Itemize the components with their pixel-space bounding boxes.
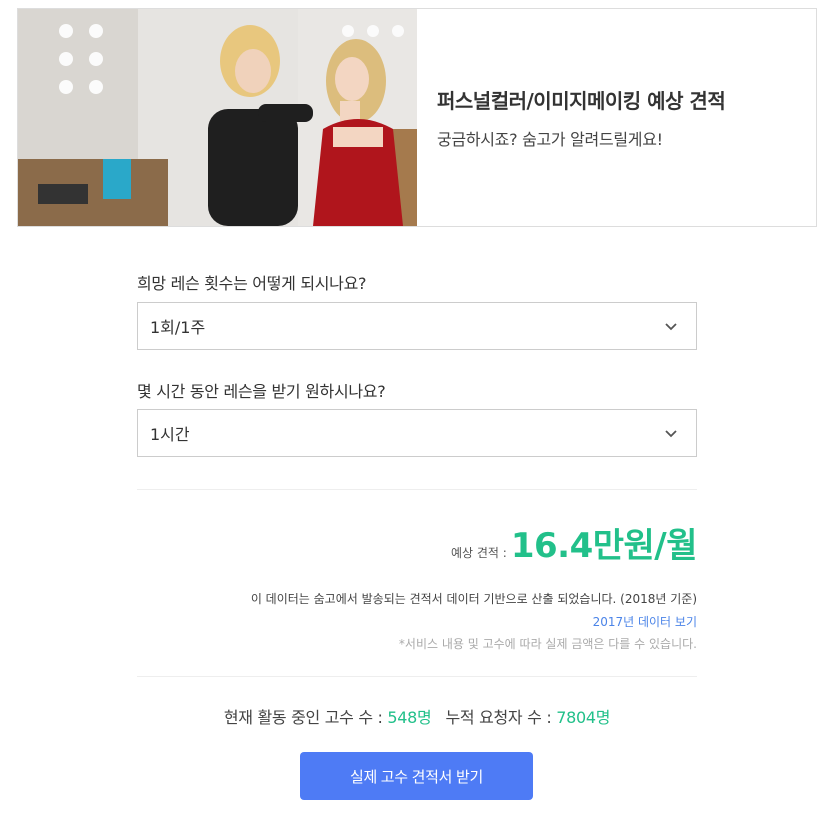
- chevron-down-icon: [665, 323, 677, 331]
- hero-banner: 퍼스널컬러/이미지메이킹 예상 견적 궁금하시죠? 숨고가 알려드릴게요!: [17, 8, 817, 227]
- estimate-label: 예상 견적 :: [451, 546, 507, 560]
- hero-photo-illustration: [18, 9, 417, 226]
- total-requests-label: 누적 요청자 수 :: [445, 708, 557, 727]
- total-requests-count: 7804명: [556, 708, 611, 727]
- data-source-note: 이 데이터는 숨고에서 발송되는 견적서 데이터 기반으로 산출 되었습니다. …: [250, 592, 697, 606]
- question-lesson-duration-label: 몇 시간 동안 레슨을 받기 원하시나요?: [137, 382, 386, 401]
- active-pros-label: 현재 활동 중인 고수 수 :: [223, 708, 388, 727]
- hero-photo-makeup-artist: [18, 9, 417, 226]
- lesson-duration-value: 1시간: [150, 425, 190, 444]
- price-disclaimer: *서비스 내용 및 고수에 따라 실제 금액은 다를 수 있습니다.: [398, 637, 697, 651]
- page-subtitle: 궁금하시죠? 숨고가 알려드릴게요!: [437, 130, 663, 149]
- question-lesson-frequency-label: 희망 레슨 횟수는 어떻게 되시나요?: [137, 274, 367, 293]
- hero-text: 퍼스널컬러/이미지메이킹 예상 견적 궁금하시죠? 숨고가 알려드릴게요!: [417, 9, 816, 226]
- lesson-duration-select[interactable]: 1시간: [137, 409, 697, 457]
- view-2017-data-link[interactable]: 2017년 데이터 보기: [137, 613, 697, 630]
- get-real-quotes-button[interactable]: 실제 고수 견적서 받기: [300, 752, 533, 800]
- page-title: 퍼스널컬러/이미지메이킹 예상 견적: [437, 89, 726, 113]
- pro-stats: 현재 활동 중인 고수 수 : 548명 누적 요청자 수 : 7804명: [137, 704, 697, 728]
- lesson-frequency-value: 1회/1주: [150, 318, 206, 337]
- chevron-down-icon: [665, 430, 677, 438]
- estimate-value: 16.4만원/월: [510, 526, 698, 566]
- active-pros-count: 548명: [387, 708, 432, 727]
- divider: [137, 489, 697, 490]
- lesson-frequency-select[interactable]: 1회/1주: [137, 302, 697, 350]
- estimate-row: 예상 견적 : 16.4만원/월: [137, 518, 698, 567]
- divider: [137, 676, 697, 677]
